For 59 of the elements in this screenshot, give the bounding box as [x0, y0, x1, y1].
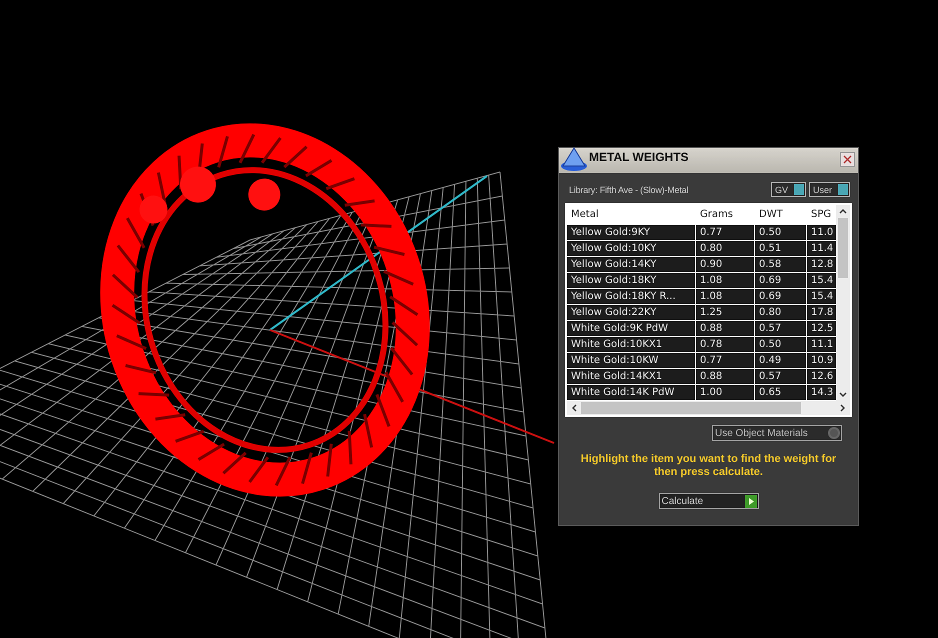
- cone-icon: [559, 146, 589, 172]
- table-cell[interactable]: Yellow Gold:18KY: [567, 273, 695, 288]
- table-cell[interactable]: 0.88: [696, 369, 754, 384]
- scrollbar-thumb[interactable]: [581, 402, 801, 414]
- table-cell[interactable]: White Gold:14KX1: [567, 369, 695, 384]
- table-cell[interactable]: 0.69: [755, 273, 806, 288]
- table-cell[interactable]: 0.78: [696, 337, 754, 352]
- table-cell[interactable]: 1.00: [696, 385, 754, 400]
- table-cell[interactable]: White Gold:10KW: [567, 353, 695, 368]
- use-object-materials-toggle[interactable]: Use Object Materials: [712, 425, 842, 441]
- table-cell[interactable]: 17.8: [807, 305, 836, 320]
- table-cell[interactable]: 0.49: [755, 353, 806, 368]
- close-button[interactable]: [840, 152, 855, 167]
- table-cell[interactable]: 0.88: [696, 321, 754, 336]
- scrollbar-thumb[interactable]: [838, 218, 848, 278]
- table-cell[interactable]: Yellow Gold:10KY: [567, 241, 695, 256]
- table-cell[interactable]: 0.58: [755, 257, 806, 272]
- table-cell[interactable]: 0.77: [696, 225, 754, 240]
- table-cell[interactable]: 0.77: [696, 353, 754, 368]
- table-cell[interactable]: 1.08: [696, 289, 754, 304]
- table-cell[interactable]: White Gold:14K PdW: [567, 385, 695, 400]
- table-cell[interactable]: 12.8: [807, 257, 836, 272]
- library-label: Library: Fifth Ave - (Slow)-Metal: [569, 184, 688, 194]
- table-cell[interactable]: 11.1: [807, 337, 836, 352]
- table-cell[interactable]: Yellow Gold:18KY R...: [567, 289, 695, 304]
- table-cell[interactable]: 0.90: [696, 257, 754, 272]
- table-cell[interactable]: 1.08: [696, 273, 754, 288]
- play-icon: [744, 494, 756, 508]
- table-cell[interactable]: 10.9: [807, 353, 836, 368]
- table-cell[interactable]: 11.4: [807, 241, 836, 256]
- table-cell[interactable]: 15.4: [807, 273, 836, 288]
- table-cell[interactable]: 0.51: [755, 241, 806, 256]
- table-cell[interactable]: 0.65: [755, 385, 806, 400]
- table-cell[interactable]: 0.57: [755, 321, 806, 336]
- table-cell[interactable]: 0.57: [755, 369, 806, 384]
- table-cell[interactable]: 0.50: [755, 225, 806, 240]
- horizontal-scrollbar[interactable]: [567, 401, 850, 415]
- table-cell[interactable]: Yellow Gold:14KY: [567, 257, 695, 272]
- table-cell[interactable]: 1.25: [696, 305, 754, 320]
- close-icon: [843, 155, 852, 164]
- vertical-scrollbar[interactable]: [836, 205, 850, 401]
- table-cell[interactable]: 14.3: [807, 385, 836, 400]
- table-cell[interactable]: 15.4: [807, 289, 836, 304]
- table-cell[interactable]: 0.80: [755, 305, 806, 320]
- toggle-button[interactable]: User: [808, 182, 850, 197]
- toggle-button[interactable]: GV: [770, 182, 806, 197]
- instruction-text: Highlight the item you want to find the weight for then press calculate.: [580, 453, 838, 479]
- table-cell[interactable]: 0.69: [755, 289, 806, 304]
- calculate-button[interactable]: Calculate: [658, 493, 758, 509]
- table-cell[interactable]: Yellow Gold:22KY: [567, 305, 695, 320]
- table-cell[interactable]: White Gold:9K PdW: [567, 321, 695, 336]
- table-cell[interactable]: 12.5: [807, 321, 836, 336]
- table-cell[interactable]: White Gold:10KX1: [567, 337, 695, 352]
- table-cell[interactable]: 12.6: [807, 369, 836, 384]
- table-cell[interactable]: 0.80: [696, 241, 754, 256]
- table-cell[interactable]: 11.0: [807, 225, 836, 240]
- table-cell[interactable]: Yellow Gold:9KY: [567, 225, 695, 240]
- table-cell[interactable]: 0.50: [755, 337, 806, 352]
- dialog-title: METAL WEIGHTS: [589, 150, 689, 164]
